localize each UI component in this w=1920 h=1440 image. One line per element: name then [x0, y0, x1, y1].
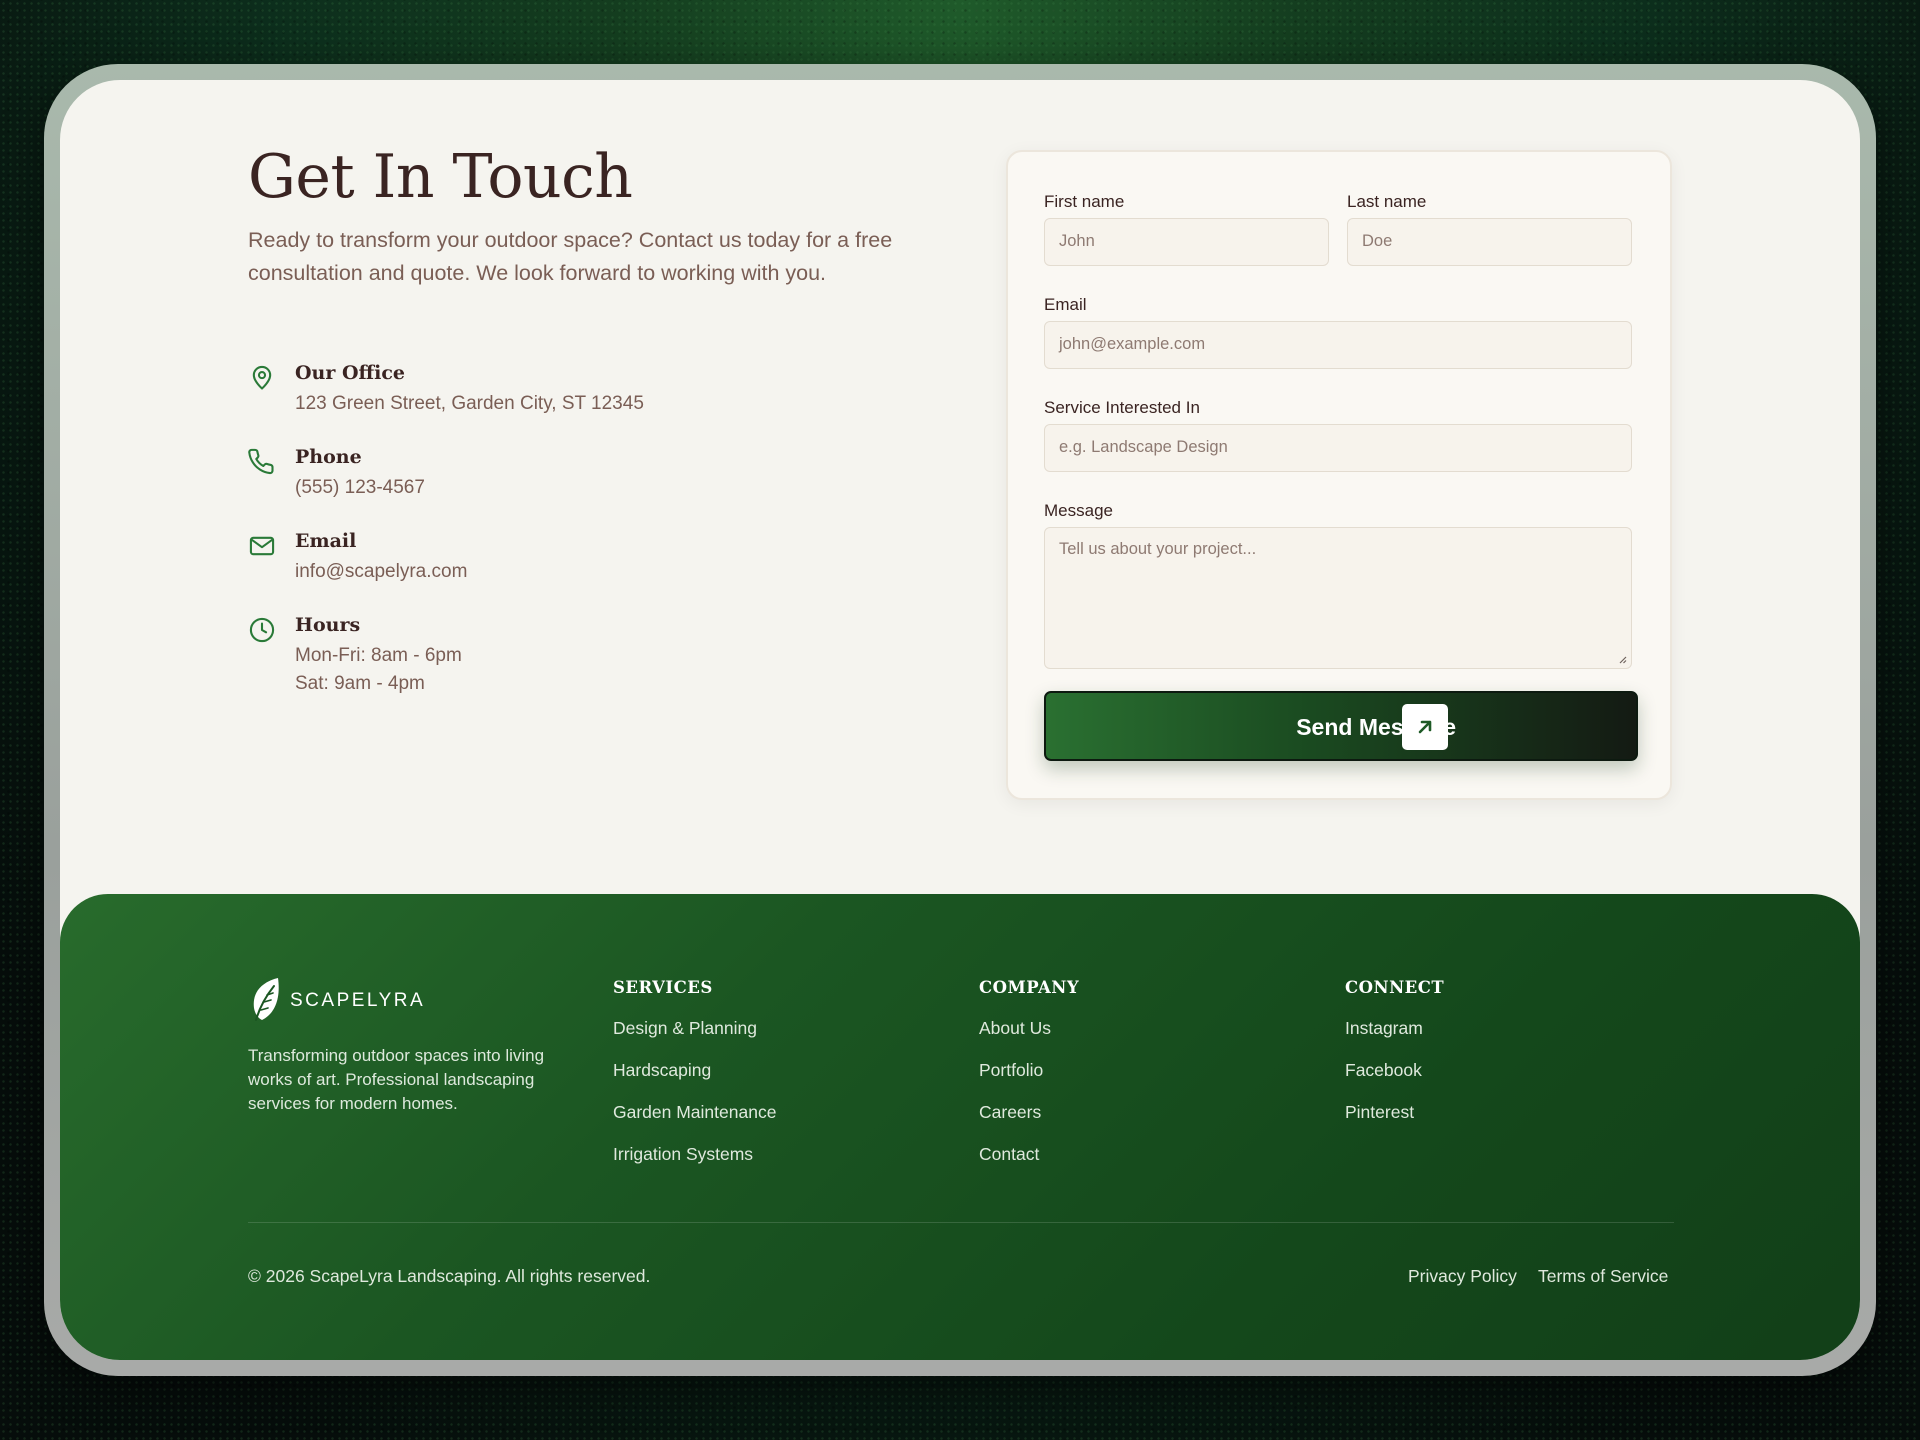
- footer-link-garden-maintenance[interactable]: Garden Maintenance: [613, 1102, 776, 1123]
- office-title: Our Office: [295, 362, 406, 384]
- service-label: Service Interested In: [1044, 398, 1200, 417]
- service-field[interactable]: e.g. Landscape Design: [1044, 424, 1632, 472]
- mail-icon: [248, 532, 276, 560]
- footer-link-irrigation-systems[interactable]: Irrigation Systems: [613, 1144, 753, 1165]
- hours-weekday: Mon-Fri: 8am - 6pm: [295, 645, 462, 666]
- email-label: Email: [1044, 295, 1087, 314]
- arrow-up-right-icon: [1402, 704, 1448, 750]
- resize-grip-icon[interactable]: [1617, 654, 1627, 664]
- footer-link-hardscaping[interactable]: Hardscaping: [613, 1060, 711, 1081]
- leaf-logo-icon: [248, 976, 282, 1022]
- office-address: 123 Green Street, Garden City, ST 12345: [295, 393, 644, 414]
- hours-saturday: Sat: 9am - 4pm: [295, 673, 425, 694]
- company-heading: COMPANY: [979, 978, 1080, 997]
- page-card: Get In Touch Ready to transform your out…: [60, 80, 1860, 1360]
- email-field[interactable]: john@example.com: [1044, 321, 1632, 369]
- message-label: Message: [1044, 501, 1113, 520]
- email-address[interactable]: info@scapelyra.com: [295, 558, 467, 586]
- connect-heading: CONNECT: [1345, 978, 1445, 997]
- message-textarea[interactable]: Tell us about your project...: [1044, 527, 1632, 669]
- page-title: Get In Touch: [248, 142, 633, 212]
- services-heading: SERVICES: [613, 978, 713, 997]
- first-name-field[interactable]: John: [1044, 218, 1329, 266]
- footer-link-pinterest[interactable]: Pinterest: [1345, 1102, 1414, 1123]
- footer-link-facebook[interactable]: Facebook: [1345, 1060, 1422, 1081]
- hours-title: Hours: [295, 614, 361, 636]
- footer-link-about-us[interactable]: About Us: [979, 1018, 1051, 1039]
- brand-name: SCAPELYRA: [290, 990, 426, 1011]
- map-pin-icon: [248, 364, 276, 392]
- privacy-policy-link[interactable]: Privacy Policy: [1408, 1266, 1517, 1287]
- site-footer: SCAPELYRA Transforming outdoor spaces in…: [60, 894, 1860, 1360]
- contact-intro: Ready to transform your outdoor space? C…: [248, 228, 893, 285]
- send-message-label: Send Message: [1296, 714, 1456, 740]
- phone-number[interactable]: (555) 123-4567: [295, 474, 425, 502]
- terms-of-service-link[interactable]: Terms of Service: [1538, 1266, 1668, 1287]
- contact-form: First name John Last name Doe Email john…: [1006, 150, 1672, 800]
- phone-icon: [248, 448, 276, 476]
- footer-link-design-planning[interactable]: Design & Planning: [613, 1018, 757, 1039]
- send-message-button[interactable]: Send Message: [1044, 691, 1638, 761]
- first-name-label: First name: [1044, 192, 1125, 211]
- footer-link-instagram[interactable]: Instagram: [1345, 1018, 1423, 1039]
- footer-link-contact[interactable]: Contact: [979, 1144, 1039, 1165]
- last-name-field[interactable]: Doe: [1347, 218, 1632, 266]
- copyright-text: © 2026 ScapeLyra Landscaping. All rights…: [248, 1266, 651, 1286]
- message-placeholder: Tell us about your project...: [1059, 540, 1257, 558]
- footer-link-portfolio[interactable]: Portfolio: [979, 1060, 1043, 1081]
- last-name-label: Last name: [1347, 192, 1427, 211]
- footer-divider: [248, 1222, 1674, 1223]
- footer-logo[interactable]: SCAPELYRA: [248, 976, 438, 1022]
- phone-title: Phone: [295, 446, 362, 468]
- clock-icon: [248, 616, 276, 644]
- footer-link-careers[interactable]: Careers: [979, 1102, 1041, 1123]
- email-title: Email: [295, 530, 357, 552]
- footer-description: Transforming outdoor spaces into living …: [248, 1046, 545, 1113]
